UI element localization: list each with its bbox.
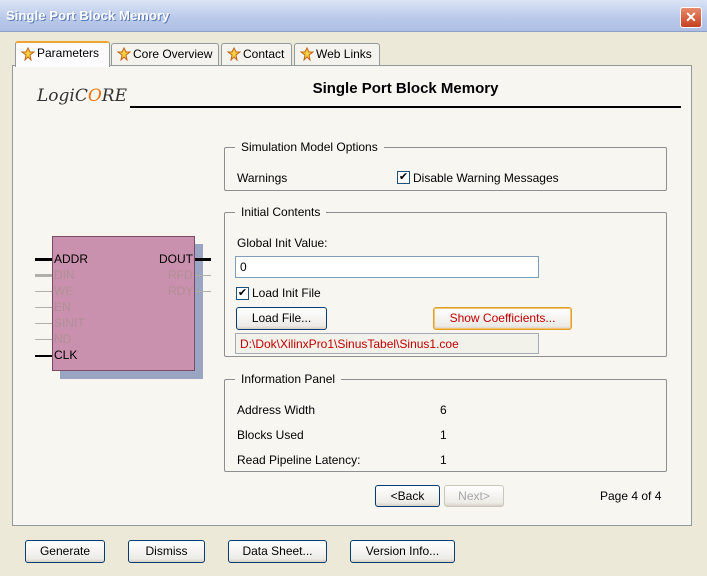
pin-rfd: RFD bbox=[168, 268, 193, 282]
pin-line bbox=[195, 291, 211, 292]
tab-contact[interactable]: Contact bbox=[221, 43, 292, 65]
pin-en: EN bbox=[54, 300, 71, 314]
global-init-input[interactable]: 0 bbox=[235, 256, 539, 278]
tab-label: Core Overview bbox=[133, 47, 213, 61]
pin-line bbox=[195, 275, 211, 276]
disable-warning-checkbox[interactable]: ✔ bbox=[397, 171, 410, 184]
bulb-icon bbox=[21, 47, 35, 61]
generate-button[interactable]: Generate bbox=[25, 540, 105, 563]
pin-we: WE bbox=[54, 284, 74, 298]
pin-line bbox=[195, 258, 211, 261]
page-title: Single Port Block Memory bbox=[312, 80, 499, 97]
pin-clk: CLK bbox=[54, 348, 78, 362]
load-init-label: Load Init File bbox=[252, 286, 321, 300]
tab-label: Web Links bbox=[316, 47, 372, 61]
header-divider bbox=[130, 106, 681, 108]
group-legend: Information Panel bbox=[235, 372, 342, 386]
load-file-button[interactable]: Load File... bbox=[236, 307, 327, 330]
pin-line bbox=[35, 291, 52, 292]
load-init-checkbox[interactable]: ✔ bbox=[236, 287, 249, 300]
group-legend: Simulation Model Options bbox=[235, 140, 384, 154]
dismiss-button[interactable]: Dismiss bbox=[128, 540, 205, 563]
show-coefficients-button[interactable]: Show Coefficients... bbox=[433, 307, 572, 330]
bulb-icon bbox=[227, 47, 241, 61]
pin-sinit: SINIT bbox=[54, 316, 85, 330]
pin-nd: ND bbox=[54, 332, 72, 346]
file-path-field: D:\Dok\XilinxPro1\SinusTabel\Sinus1.coe bbox=[235, 333, 539, 354]
title-bar: Single Port Block Memory ✕ bbox=[0, 0, 707, 32]
group-legend: Initial Contents bbox=[235, 205, 327, 219]
pin-addr: ADDR bbox=[54, 252, 89, 266]
tab-label: Contact bbox=[243, 47, 285, 61]
tab-parameters[interactable]: Parameters bbox=[15, 41, 110, 67]
bulb-icon bbox=[300, 47, 314, 61]
pin-line bbox=[35, 355, 52, 357]
pin-dout: DOUT bbox=[159, 252, 193, 266]
back-button[interactable]: <Back bbox=[375, 485, 440, 507]
global-init-label: Global Init Value: bbox=[237, 236, 328, 250]
pin-line bbox=[35, 339, 52, 340]
page-indicator: Page 4 of 4 bbox=[600, 489, 662, 503]
info-label-address-width: Address Width bbox=[237, 403, 316, 417]
check-icon: ✔ bbox=[237, 287, 248, 299]
close-button[interactable]: ✕ bbox=[680, 7, 702, 28]
pin-rdy: RDY bbox=[168, 284, 194, 298]
tab-web-links[interactable]: Web Links bbox=[294, 43, 380, 65]
info-label-blocks-used: Blocks Used bbox=[237, 428, 304, 442]
pin-line bbox=[35, 274, 52, 277]
info-value-address-width: 6 bbox=[440, 403, 447, 417]
pin-line bbox=[35, 323, 52, 324]
close-icon: ✕ bbox=[685, 9, 697, 25]
warnings-label: Warnings bbox=[237, 171, 288, 185]
version-info-button[interactable]: Version Info... bbox=[350, 540, 455, 563]
next-button[interactable]: Next> bbox=[444, 485, 504, 507]
pin-din: DIN bbox=[54, 268, 75, 282]
info-value-read-latency: 1 bbox=[440, 453, 447, 467]
disable-warning-label: Disable Warning Messages bbox=[413, 171, 559, 185]
pin-line bbox=[35, 258, 52, 261]
check-icon: ✔ bbox=[398, 171, 409, 183]
tab-core-overview[interactable]: Core Overview bbox=[111, 43, 219, 65]
info-label-read-latency: Read Pipeline Latency: bbox=[237, 453, 361, 467]
window-title: Single Port Block Memory bbox=[6, 8, 170, 23]
info-value-blocks-used: 1 bbox=[440, 428, 447, 442]
bulb-icon bbox=[117, 47, 131, 61]
pin-line bbox=[35, 307, 52, 308]
data-sheet-button[interactable]: Data Sheet... bbox=[228, 540, 327, 563]
logicore-logo: LogiCORE bbox=[37, 86, 128, 106]
tab-label: Parameters bbox=[37, 46, 100, 60]
